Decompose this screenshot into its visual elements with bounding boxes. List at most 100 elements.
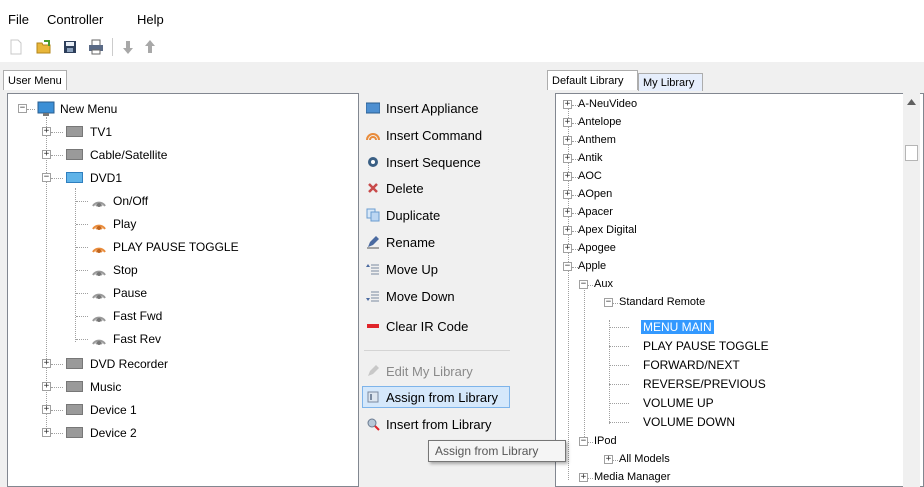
print-icon[interactable]: [88, 39, 104, 55]
library-scrollbar[interactable]: [903, 93, 920, 487]
expand-icon[interactable]: +: [563, 208, 572, 217]
move-up-icon: [366, 264, 379, 275]
expand-icon[interactable]: +: [563, 244, 572, 253]
tree-label: New Menu: [60, 102, 118, 116]
tree-line: [51, 410, 63, 411]
tree-line: [76, 224, 88, 225]
rename-button[interactable]: Rename: [362, 231, 510, 253]
collapse-icon[interactable]: −: [42, 173, 51, 182]
move-up-icon[interactable]: [142, 39, 158, 55]
tree-line: [51, 387, 63, 388]
move-down-button[interactable]: Move Down: [362, 285, 510, 307]
tree-line: [51, 155, 63, 156]
tree-line: [76, 316, 88, 317]
duplicate-icon: [366, 208, 380, 222]
insert-sequence-button[interactable]: Insert Sequence: [362, 151, 510, 173]
expand-icon[interactable]: +: [579, 473, 588, 482]
tree-label: Media Manager: [594, 471, 671, 483]
move-up-button[interactable]: Move Up: [362, 258, 510, 280]
ir-signal-icon: [92, 270, 106, 276]
menu-bar: File Controller Help: [0, 0, 924, 30]
tree-label: IPod: [594, 435, 617, 447]
tree-label: Fast Rev: [113, 332, 162, 346]
tree-line: [51, 433, 63, 434]
expand-icon[interactable]: +: [42, 382, 51, 391]
tree-line: [568, 108, 569, 480]
tab-my-library[interactable]: My Library: [638, 73, 703, 91]
open-icon[interactable]: [36, 39, 52, 55]
tree-label: Fast Fwd: [113, 309, 163, 323]
tree-line: [76, 247, 88, 248]
tree-label: Anthem: [578, 134, 616, 146]
collapse-icon[interactable]: −: [18, 104, 27, 113]
device-icon: [66, 172, 83, 183]
tab-default-library[interactable]: Default Library: [547, 70, 638, 90]
tab-user-menu[interactable]: User Menu: [3, 70, 67, 90]
clear-ir-code-button[interactable]: Clear IR Code: [362, 315, 510, 337]
gear-icon: [368, 157, 378, 167]
collapse-icon[interactable]: −: [563, 262, 572, 271]
collapse-icon[interactable]: −: [579, 280, 588, 289]
tree-label: Device 2: [90, 426, 137, 440]
ir-signal-icon: [92, 247, 106, 253]
expand-icon[interactable]: +: [563, 154, 572, 163]
scroll-thumb[interactable]: [905, 145, 918, 161]
tree-line: [27, 109, 35, 110]
collapse-icon[interactable]: −: [604, 298, 613, 307]
insert-appliance-button[interactable]: Insert Appliance: [362, 97, 510, 119]
library-icon: [367, 391, 379, 403]
tree-label: Apex Digital: [578, 224, 637, 236]
collapse-icon[interactable]: −: [579, 437, 588, 446]
tree-line: [51, 178, 63, 179]
move-down-icon[interactable]: [120, 39, 136, 55]
pencil-icon: [368, 365, 379, 376]
menu-help[interactable]: Help: [137, 12, 164, 27]
expand-icon[interactable]: +: [563, 100, 572, 109]
ir-signal-icon: [92, 201, 106, 207]
edit-my-library-button[interactable]: Edit My Library: [362, 360, 510, 382]
expand-icon[interactable]: +: [563, 172, 572, 181]
tree-label: Device 1: [90, 403, 137, 417]
delete-button[interactable]: Delete: [362, 177, 510, 199]
expand-icon[interactable]: +: [563, 136, 572, 145]
tree-label: Pause: [113, 286, 148, 300]
tree-label: A-NeuVideo: [578, 98, 638, 110]
tree-label: Standard Remote: [619, 296, 706, 308]
ir-signal-icon: [92, 293, 106, 299]
tree-label: Antelope: [578, 116, 622, 128]
duplicate-button[interactable]: Duplicate: [362, 204, 510, 226]
expand-icon[interactable]: +: [42, 359, 51, 368]
new-icon[interactable]: [8, 39, 24, 55]
device-icon: [66, 427, 83, 438]
tree-label: Antik: [578, 152, 603, 164]
menu-file[interactable]: File: [8, 12, 29, 27]
expand-icon[interactable]: +: [42, 127, 51, 136]
tree-label: Stop: [113, 263, 138, 277]
tree-line: [609, 365, 629, 366]
tree-line: [75, 188, 76, 342]
expand-icon[interactable]: +: [42, 150, 51, 159]
save-icon[interactable]: [62, 39, 78, 55]
expand-icon[interactable]: +: [604, 455, 613, 464]
assign-from-library-button[interactable]: Assign from Library: [362, 386, 510, 408]
tree-label: VOLUME DOWN: [643, 415, 736, 429]
expand-icon[interactable]: +: [563, 190, 572, 199]
minus-icon: [367, 324, 379, 328]
toolbar-separator: [112, 38, 113, 56]
tree-line: [588, 478, 593, 479]
tree-line: [76, 201, 88, 202]
expand-icon[interactable]: +: [563, 226, 572, 235]
scroll-up-icon[interactable]: [907, 99, 916, 105]
tree-label: DVD Recorder: [90, 357, 169, 371]
tree-label: DVD1: [90, 171, 123, 185]
expand-icon[interactable]: +: [563, 118, 572, 127]
library-tree: [555, 93, 924, 487]
menu-controller[interactable]: Controller: [47, 12, 103, 27]
tree-label: Cable/Satellite: [90, 148, 168, 162]
expand-icon[interactable]: +: [42, 405, 51, 414]
device-icon: [66, 126, 83, 137]
toolbar: [0, 30, 924, 62]
expand-icon[interactable]: +: [42, 428, 51, 437]
insert-command-button[interactable]: Insert Command: [362, 124, 510, 146]
insert-from-library-button[interactable]: Insert from Library: [362, 413, 510, 435]
